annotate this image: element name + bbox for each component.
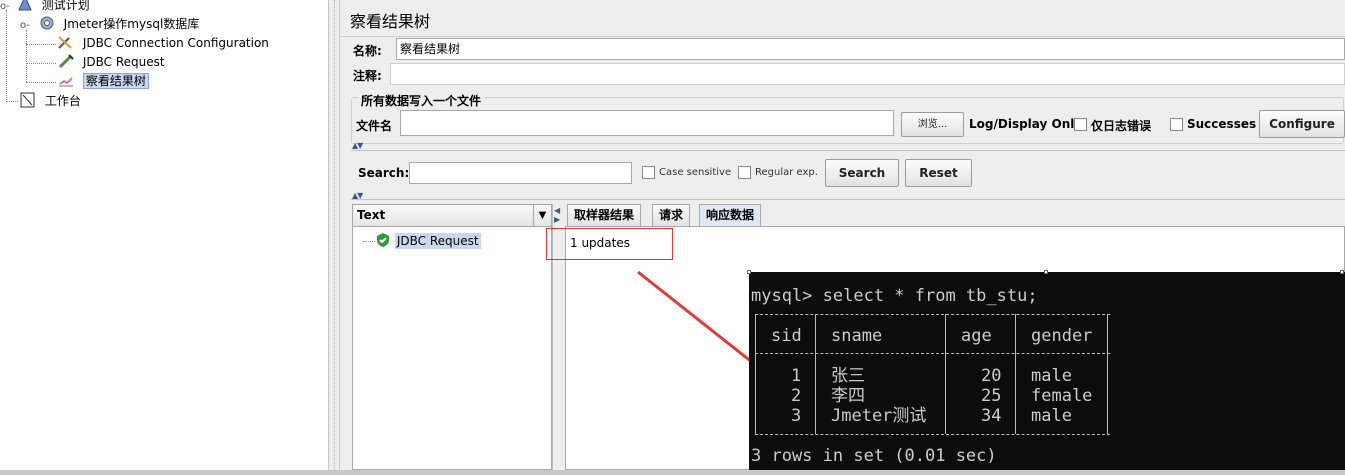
mysql-terminal-screenshot: mysql> select * from tb_stu; sid sname a… <box>749 272 1345 470</box>
table-border <box>1015 314 1016 434</box>
table-cell: Jmeter测试 <box>831 406 927 426</box>
column-header: gender <box>1031 326 1093 346</box>
table-cell: 张三 <box>831 366 865 386</box>
table-cell: 25 <box>981 386 1002 406</box>
status-strip <box>0 470 1345 475</box>
table-border <box>1107 314 1108 434</box>
table-border <box>755 353 1110 354</box>
table-cell: 李四 <box>831 386 865 406</box>
table-border <box>755 434 1110 435</box>
table-cell: 20 <box>981 366 1002 386</box>
column-header: sname <box>831 326 883 346</box>
table-cell: 1 <box>791 366 802 386</box>
column-header: sid <box>771 326 802 346</box>
terminal-footer: 3 rows in set (0.01 sec) <box>751 446 997 466</box>
table-border <box>815 314 816 434</box>
resize-handle <box>1044 270 1048 274</box>
table-border <box>755 314 756 434</box>
table-border <box>755 314 1110 315</box>
table-cell: male <box>1031 406 1072 426</box>
table-border <box>945 314 946 434</box>
table-cell: 3 <box>791 406 802 426</box>
resize-handle <box>1340 270 1344 274</box>
table-cell: male <box>1031 366 1072 386</box>
column-header: age <box>961 326 992 346</box>
resize-handle <box>747 270 751 274</box>
table-cell: female <box>1031 386 1093 406</box>
terminal-command: mysql> select * from tb_stu; <box>751 286 1038 306</box>
table-cell: 2 <box>791 386 802 406</box>
table-cell: 34 <box>981 406 1002 426</box>
